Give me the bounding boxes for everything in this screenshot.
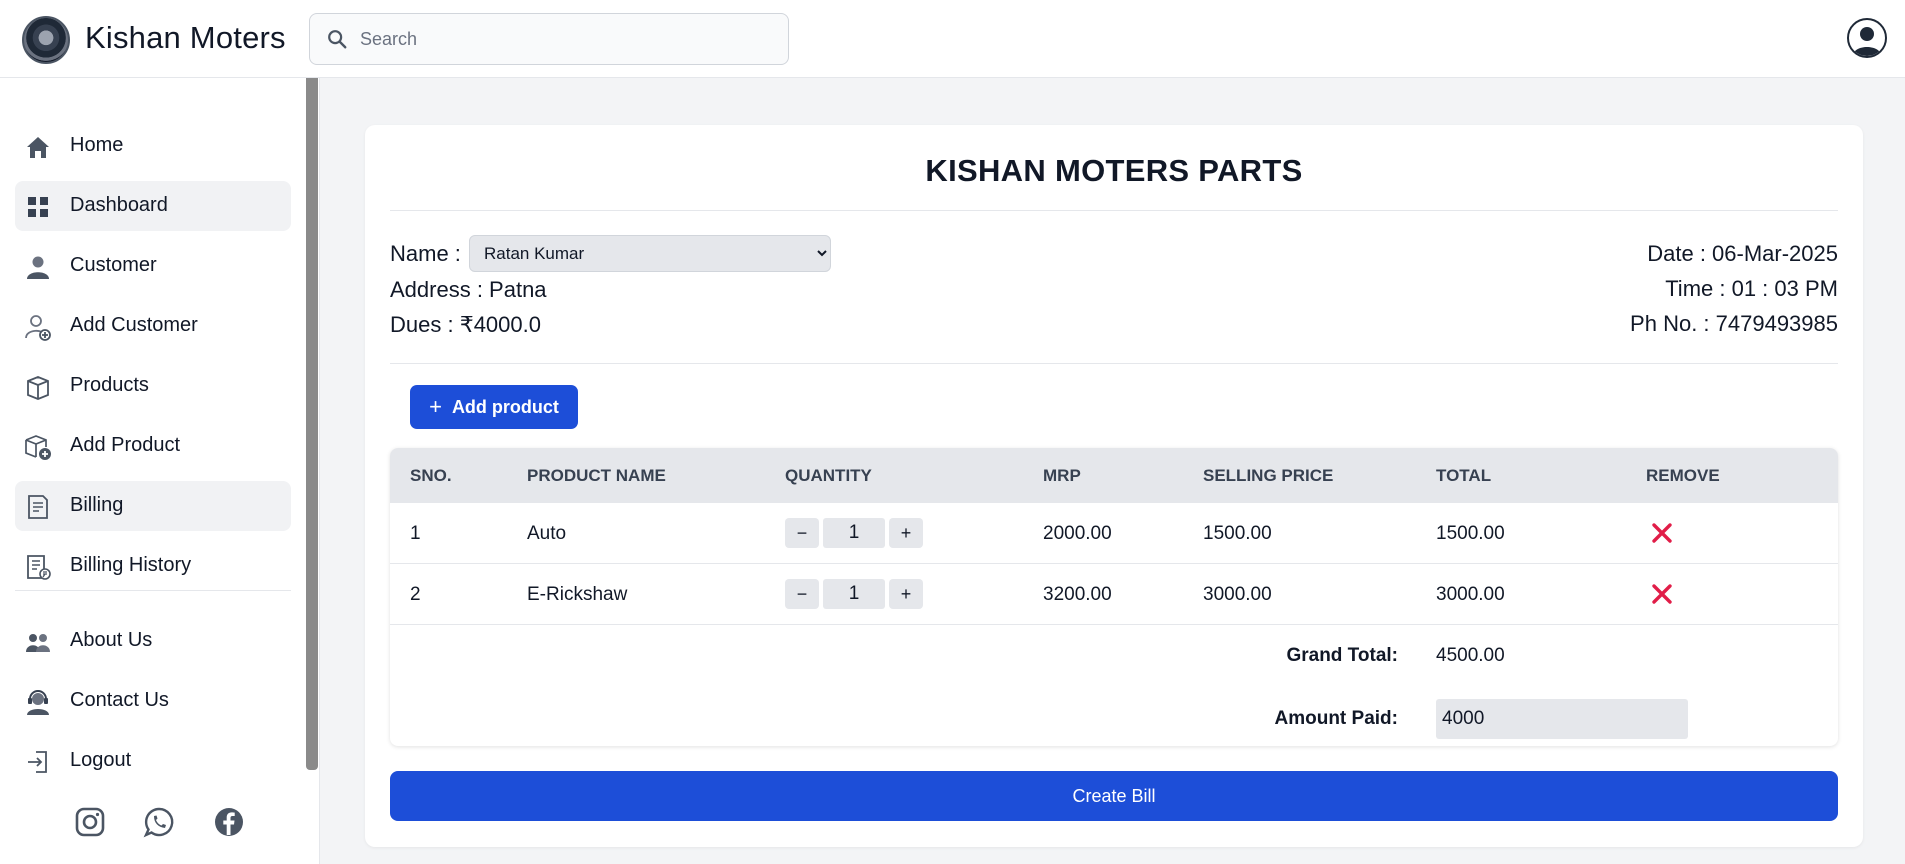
table-header: SNO. PRODUCT NAME QUANTITY MRP SELLING P…: [390, 448, 1838, 503]
column-header-selling-price: SELLING PRICE: [1203, 466, 1334, 485]
column-header-total: TOTAL: [1436, 466, 1492, 485]
dashboard-grid-icon: [28, 197, 48, 217]
brand-name[interactable]: Kishan Moters: [85, 20, 286, 56]
create-bill-button[interactable]: Create Bill: [390, 771, 1838, 821]
sidebar-item-contact-us[interactable]: Contact Us: [15, 676, 291, 726]
billing-history-icon: [27, 555, 51, 580]
column-header-remove: REMOVE: [1646, 466, 1720, 485]
cell-mrp: 3200.00: [1043, 584, 1112, 605]
sidebar-item-label: Logout: [70, 749, 132, 771]
sidebar-item-label: Billing: [70, 494, 124, 516]
cell-total: 3000.00: [1436, 584, 1505, 605]
sidebar-item-label: Add Customer: [70, 314, 198, 336]
sidebar-item-label: Customer: [70, 254, 157, 276]
sidebar-item-add-product[interactable]: Add Product: [15, 421, 291, 471]
sidebar-item-label: Products: [70, 374, 149, 396]
sidebar-item-label: About Us: [70, 629, 153, 651]
quantity-increment-button[interactable]: +: [889, 579, 923, 609]
bill-time: Time : 01 : 03 PM: [1665, 276, 1838, 301]
info-divider: [390, 363, 1838, 364]
add-product-button[interactable]: + Add product: [410, 385, 578, 429]
sidebar-item-about-us[interactable]: About Us: [15, 616, 291, 666]
home-icon: [27, 137, 49, 158]
sidebar-divider: [15, 590, 291, 591]
remove-icon[interactable]: [1650, 521, 1674, 545]
cell-selling-price: 1500.00: [1203, 523, 1272, 544]
name-label: Name :: [390, 241, 461, 266]
quantity-decrement-button[interactable]: −: [785, 518, 819, 548]
cell-product-name: E-Rickshaw: [527, 584, 628, 605]
search-input[interactable]: [360, 24, 770, 54]
cell-mrp: 2000.00: [1043, 523, 1112, 544]
column-header-sno: SNO.: [410, 466, 452, 485]
add-customer-icon: [25, 315, 51, 341]
sidebar-scrollbar[interactable]: [306, 78, 318, 770]
headset-icon: [27, 690, 49, 715]
user-avatar-icon: [1853, 27, 1881, 56]
sidebar-item-label: Add Product: [70, 434, 181, 456]
whatsapp-icon[interactable]: [143, 806, 175, 838]
sidebar-item-products[interactable]: Products: [15, 361, 291, 411]
sidebar-item-home[interactable]: Home: [15, 121, 291, 171]
search-box[interactable]: [309, 13, 789, 65]
sidebar-item-add-customer[interactable]: Add Customer: [15, 301, 291, 351]
table-row: 2 E-Rickshaw − 1 + 3200.00 3000.00 3000.…: [390, 564, 1838, 625]
customer-name-select[interactable]: Ratan Kumar: [469, 235, 831, 272]
sidebar-item-billing-history[interactable]: Billing History: [15, 541, 291, 591]
sidebar-item-dashboard[interactable]: Dashboard: [15, 181, 291, 231]
cell-sno: 2: [410, 584, 421, 605]
sidebar-item-label: Home: [70, 134, 124, 156]
add-product-icon: [25, 435, 51, 460]
cell-total: 1500.00: [1436, 523, 1505, 544]
quantity-decrement-button[interactable]: −: [785, 579, 819, 609]
sidebar-item-label: Billing History: [70, 554, 192, 576]
logout-icon: [28, 751, 47, 773]
bill-date: Date : 06-Mar-2025: [1647, 241, 1838, 266]
amount-paid-label: Amount Paid:: [1274, 708, 1399, 729]
grand-total-value: 4500.00: [1436, 645, 1505, 666]
cell-product-name: Auto: [527, 523, 567, 544]
brand-logo[interactable]: [22, 16, 70, 64]
top-bar: Kishan Moters: [0, 0, 1905, 78]
box-icon: [27, 376, 49, 400]
shop-title: KISHAN MOTERS PARTS: [925, 153, 1303, 188]
customer-icon: [27, 256, 49, 279]
customer-dues: Dues : ₹4000.0: [390, 312, 541, 337]
column-header-mrp: MRP: [1043, 466, 1081, 485]
add-product-label: Add product: [451, 396, 559, 417]
title-divider: [390, 210, 1838, 211]
cell-sno: 1: [410, 523, 421, 544]
quantity-value[interactable]: 1: [823, 518, 885, 548]
column-header-product-name: PRODUCT NAME: [527, 466, 666, 485]
plus-icon: +: [429, 394, 442, 419]
instagram-icon[interactable]: [74, 806, 106, 838]
remove-icon[interactable]: [1650, 582, 1674, 606]
products-table: SNO. PRODUCT NAME QUANTITY MRP SELLING P…: [390, 448, 1838, 746]
shop-phone: Ph No. : 7479493985: [1630, 311, 1838, 336]
search-icon: [328, 30, 347, 49]
invoice-icon: [28, 495, 48, 519]
customer-address: Address : Patna: [390, 277, 547, 302]
sidebar-item-label: Contact Us: [70, 689, 169, 711]
cell-selling-price: 3000.00: [1203, 584, 1272, 605]
sidebar-item-label: Dashboard: [70, 194, 168, 216]
facebook-icon[interactable]: [213, 806, 245, 838]
quantity-value[interactable]: 1: [823, 579, 885, 609]
sidebar-item-logout[interactable]: Logout: [15, 736, 291, 786]
column-header-quantity: QUANTITY: [785, 466, 872, 485]
billing-card: KISHAN MOTERS PARTS Name : Ratan Kumar A…: [365, 125, 1863, 847]
amount-paid-input[interactable]: [1436, 699, 1688, 739]
quantity-increment-button[interactable]: +: [889, 518, 923, 548]
table-row: 1 Auto − 1 + 2000.00 1500.00 1500.00: [390, 503, 1838, 564]
user-avatar[interactable]: [1847, 18, 1887, 58]
sidebar-item-customer[interactable]: Customer: [15, 241, 291, 291]
sidebar-item-billing[interactable]: Billing: [15, 481, 291, 531]
sidebar: Home Dashboard Customer Add Customer Pro…: [0, 78, 320, 864]
grand-total-label: Grand Total:: [1286, 645, 1398, 666]
users-icon: [26, 634, 50, 652]
